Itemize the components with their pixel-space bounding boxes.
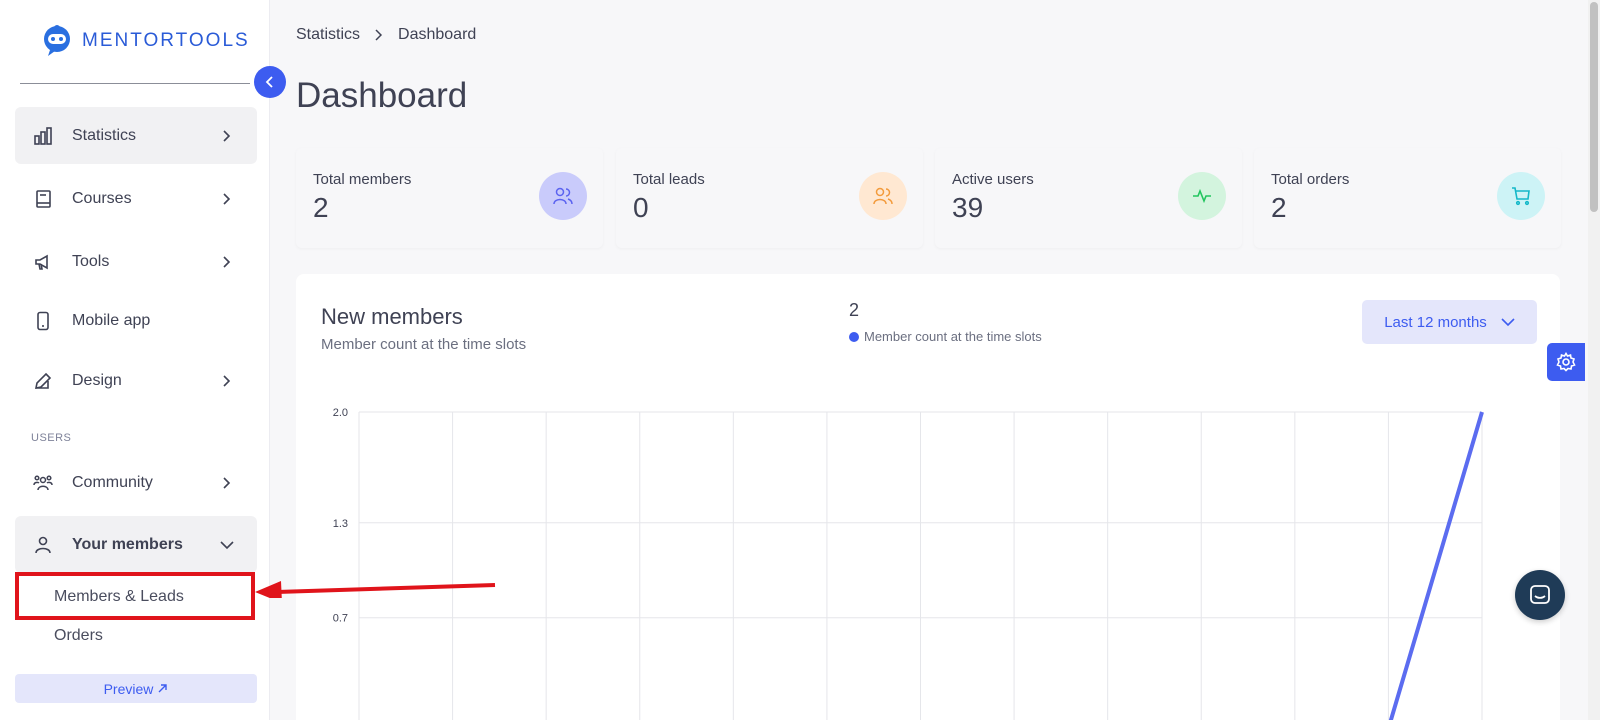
user-icon (32, 534, 54, 556)
stat-value: 2 (1271, 192, 1287, 223)
chat-button[interactable] (1515, 570, 1565, 620)
stat-label: Total members (313, 171, 412, 188)
stat-value: 39 (952, 192, 984, 223)
sidebar-item-tools[interactable]: Tools (15, 233, 257, 290)
settings-button[interactable] (1547, 343, 1585, 381)
scrollbar-thumb[interactable] (1590, 2, 1598, 212)
chevron-right-icon (219, 373, 235, 389)
page-title: Dashboard (296, 76, 468, 115)
line-chart: 2.0 1.3 0.7 (333, 407, 1484, 720)
mentortools-logo-icon (44, 25, 70, 56)
preview-label: Preview (103, 680, 154, 697)
megaphone-icon (32, 251, 54, 273)
stat-card-total-leads: Total leads 0 (616, 148, 923, 248)
stat-label: Total leads (633, 171, 705, 188)
stat-label: Active users (952, 171, 1034, 188)
logo-divider (20, 83, 250, 84)
y-tick-label: 0.7 (333, 613, 348, 625)
chevron-down-icon (219, 537, 235, 553)
sidebar-item-community[interactable]: Community (15, 454, 257, 511)
stat-value: 0 (633, 192, 649, 223)
y-tick-label: 2.0 (333, 407, 348, 419)
bar-chart-icon (32, 125, 54, 147)
chevron-right-icon (219, 254, 235, 270)
stat-card-active-users: Active users 39 (935, 148, 1242, 248)
scrollbar[interactable] (1588, 0, 1600, 720)
sidebar-item-label: Courses (72, 189, 132, 207)
sidebar-item-design[interactable]: Design (15, 352, 257, 409)
stat-card-total-members: Total members 2 (296, 148, 603, 248)
chevron-right-icon (219, 191, 235, 207)
collapse-sidebar-button[interactable] (254, 66, 286, 98)
sidebar-item-your-members[interactable]: Your members (15, 516, 257, 573)
users-icon (539, 172, 587, 220)
stat-label: Total orders (1271, 171, 1350, 188)
sidebar-item-label: Your members (72, 535, 183, 553)
sidebar-item-courses[interactable]: Courses (15, 170, 257, 227)
y-tick-label: 1.3 (333, 518, 348, 530)
sidebar-item-label: Community (72, 473, 153, 491)
section-label-users: USERS (31, 432, 72, 444)
brand-name: MENTORTOOLS (82, 30, 250, 51)
external-link-icon (158, 684, 168, 693)
sidebar-item-label: Statistics (72, 126, 137, 144)
annotation-arrow (255, 581, 496, 598)
sidebar-item-label: Mobile app (72, 311, 151, 329)
community-icon (32, 472, 54, 494)
chat-icon (1530, 585, 1550, 604)
sidebar-item-mobile-app[interactable]: Mobile app (15, 292, 257, 349)
breadcrumb-current: Dashboard (398, 26, 477, 43)
book-icon (32, 188, 54, 210)
breadcrumb: Statistics Dashboard (296, 26, 476, 44)
sidebar-item-label: Design (72, 371, 122, 389)
sidebar-item-statistics[interactable]: Statistics (15, 107, 257, 164)
stat-value: 2 (313, 192, 329, 223)
chevron-right-icon (375, 29, 383, 41)
sidebar: MENTORTOOLS Statistics Courses Tools Mob… (0, 0, 270, 720)
logo[interactable]: MENTORTOOLS (40, 24, 250, 58)
new-members-chart-card: New members Member count at the time slo… (296, 274, 1560, 720)
sidebar-item-label: Tools (72, 252, 110, 270)
smartphone-icon (32, 310, 54, 332)
chevron-left-icon (265, 76, 273, 88)
chevron-right-icon (219, 475, 235, 491)
highlight-box (15, 572, 255, 620)
pencil-icon (32, 370, 54, 392)
preview-button[interactable]: Preview (15, 674, 257, 703)
activity-icon (1178, 172, 1226, 220)
cart-icon (1497, 172, 1545, 220)
users-icon (859, 172, 907, 220)
gear-icon (1556, 352, 1576, 372)
stat-card-total-orders: Total orders 2 (1254, 148, 1561, 248)
sidebar-subitem-orders[interactable]: Orders (54, 627, 103, 645)
chevron-right-icon (219, 128, 235, 144)
breadcrumb-statistics[interactable]: Statistics (296, 26, 360, 44)
